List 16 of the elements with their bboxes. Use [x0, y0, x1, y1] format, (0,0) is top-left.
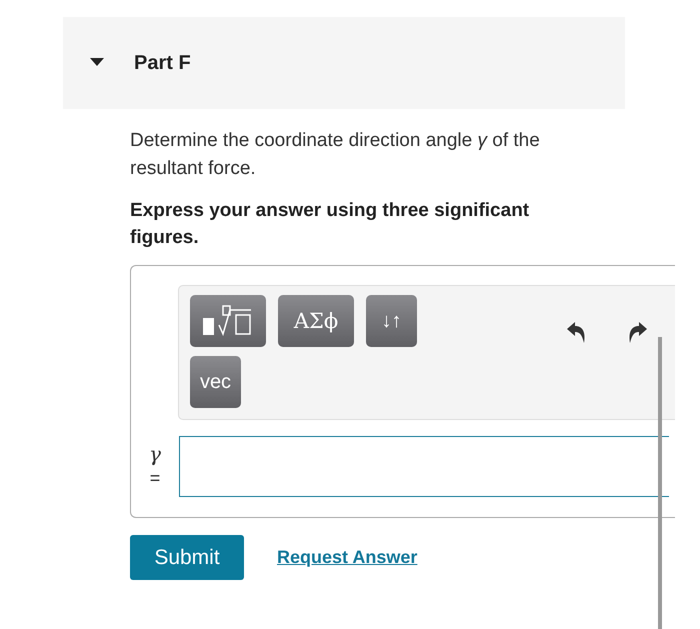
- redo-icon[interactable]: [627, 321, 649, 345]
- equals-sign: =: [150, 467, 160, 490]
- symbol-button[interactable]: vec: [190, 356, 241, 408]
- symbol-button[interactable]: ΑΣϕ: [278, 295, 354, 347]
- template-button[interactable]: [190, 295, 266, 347]
- question-text: Determine the coordinate direction angle γ of the resultant force.: [130, 129, 541, 181]
- request-answer-link[interactable]: Request Answer: [277, 547, 418, 568]
- part-header[interactable]: Part F: [63, 17, 625, 109]
- undo-icon[interactable]: [565, 321, 587, 345]
- submit-button[interactable]: Submit: [130, 535, 244, 580]
- variable-label: γ: [149, 442, 161, 466]
- instruction-text: Express your answer using three significant figures.: [130, 199, 530, 250]
- answer-field[interactable]: [179, 436, 669, 497]
- scrollbar[interactable]: [658, 337, 662, 629]
- part-title: Part F: [134, 52, 191, 74]
- symbol-button[interactable]: ↓↑: [366, 295, 417, 347]
